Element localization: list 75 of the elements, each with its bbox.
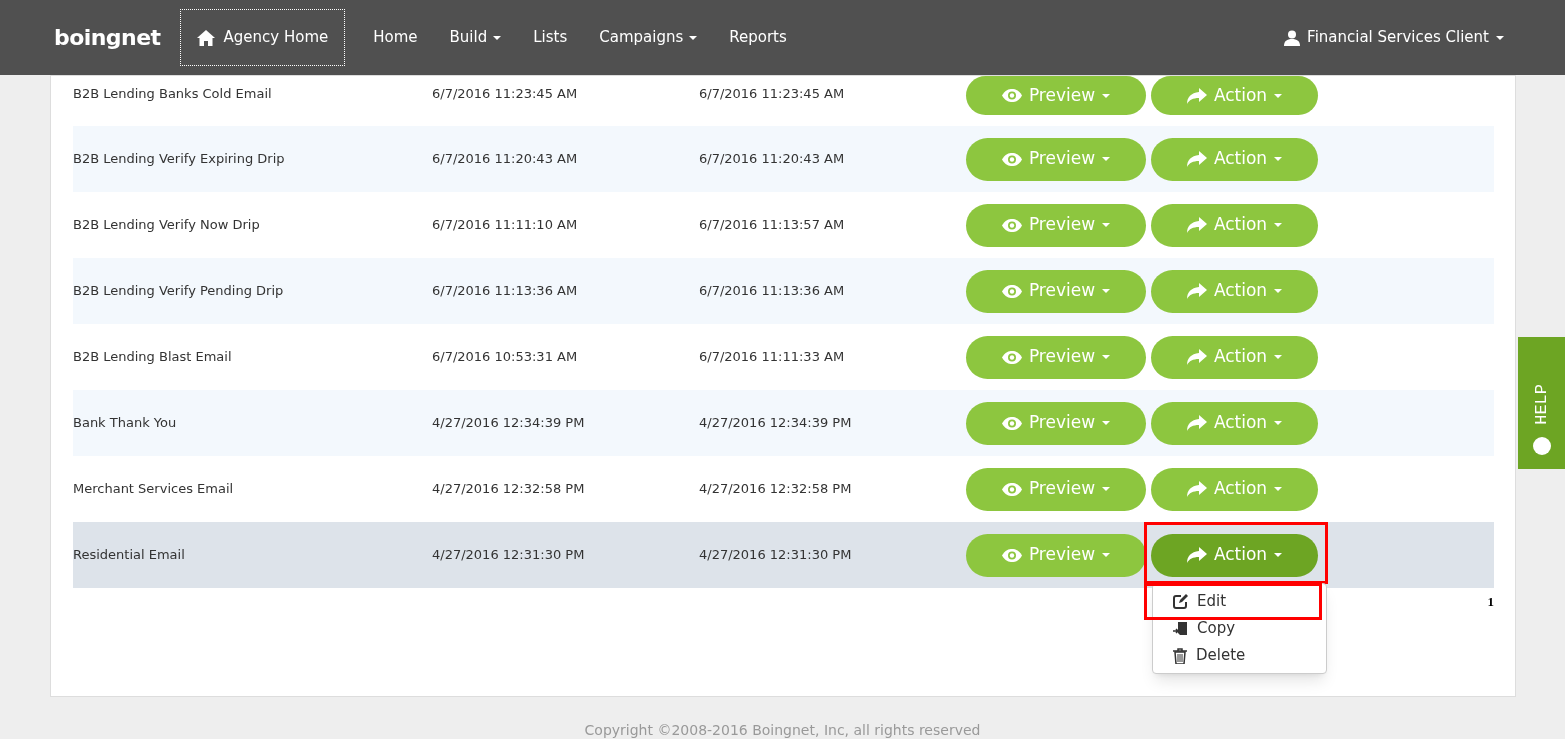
caret-icon	[1274, 289, 1283, 293]
edit-icon	[1173, 594, 1188, 609]
user-icon	[1284, 29, 1301, 46]
name-cell-text: B2B Lending Verify Expiring Drip	[73, 150, 286, 169]
date-cell-text: 6/7/2016 11:20:43 AM	[432, 150, 579, 169]
date-cell-text: 4/27/2016 12:32:58 PM	[699, 480, 853, 499]
date-cell-text: 6/7/2016 11:20:43 AM	[699, 150, 846, 169]
caret-icon	[1102, 93, 1111, 98]
share-arrow-icon	[1186, 283, 1207, 299]
nav-link[interactable]: Lists	[517, 26, 584, 49]
caret-icon	[1274, 223, 1283, 227]
nav-link[interactable]: Campaigns	[583, 26, 714, 49]
name-cell-text: B2B Lending Verify Pending Drip	[73, 282, 285, 301]
share-arrow-icon	[1186, 415, 1207, 431]
eye-icon	[1001, 89, 1022, 102]
eye-icon	[1001, 548, 1022, 562]
date-cell-text: 6/7/2016 11:11:10 AM	[432, 216, 579, 235]
eye-icon	[1001, 482, 1022, 496]
date-cell-text: 4/27/2016 12:31:30 PM	[432, 546, 586, 565]
share-arrow-icon	[1186, 217, 1207, 233]
name-cell-text: B2B Lending Blast Email	[73, 348, 233, 367]
page-number[interactable]: 1	[1487, 592, 1494, 612]
eye-icon	[1001, 284, 1022, 298]
caret-icon	[1496, 35, 1504, 40]
share-arrow-icon	[1186, 151, 1207, 167]
date-cell-text: 6/7/2016 11:11:33 AM	[699, 348, 846, 367]
share-arrow-icon	[1186, 349, 1207, 365]
date-cell-text: 6/7/2016 10:53:31 AM	[432, 348, 579, 367]
caret-icon	[1102, 355, 1111, 359]
eye-icon	[1001, 152, 1022, 166]
caret-icon	[1274, 157, 1283, 161]
date-cell-text: 4/27/2016 12:34:39 PM	[432, 414, 586, 433]
date-cell-text: 6/7/2016 11:23:45 AM	[432, 85, 579, 103]
trash-icon	[1173, 647, 1187, 664]
copy-icon	[1173, 621, 1188, 636]
copyright-text: Copyright ©2008-2016 Boingnet, Inc, all rights reserved	[583, 721, 982, 739]
date-cell-text: 4/27/2016 12:31:30 PM	[699, 546, 853, 565]
share-arrow-icon	[1186, 87, 1207, 104]
caret-icon	[1274, 355, 1283, 359]
eye-icon	[1001, 416, 1022, 430]
agency-home-link[interactable]: Agency Home	[179, 9, 346, 66]
date-cell-text: 6/7/2016 11:13:57 AM	[699, 216, 846, 235]
caret-icon	[1102, 223, 1111, 227]
menu-item[interactable]: Copy	[1153, 615, 1326, 642]
name-cell-text: B2B Lending Verify Now Drip	[73, 216, 261, 235]
home-icon	[196, 29, 215, 46]
logo[interactable]: boingnet	[54, 23, 161, 52]
share-arrow-icon	[1186, 547, 1207, 563]
name-cell-text: Bank Thank You	[73, 414, 178, 433]
date-cell-text: 6/7/2016 11:23:45 AM	[699, 85, 846, 103]
name-cell-text: B2B Lending Banks Cold Email	[73, 85, 273, 103]
eye-icon	[1001, 350, 1022, 364]
caret-icon	[1102, 289, 1111, 293]
nav-link[interactable]: Reports	[713, 26, 803, 49]
date-cell-text: 6/7/2016 11:13:36 AM	[432, 282, 579, 301]
caret-icon	[1274, 553, 1283, 557]
menu-item[interactable]: Edit	[1153, 588, 1326, 615]
caret-icon	[1274, 93, 1283, 98]
nav-link[interactable]: Build	[433, 26, 518, 49]
eye-icon	[1001, 218, 1022, 232]
nav-link[interactable]: Home	[357, 26, 434, 49]
caret-icon	[1274, 487, 1283, 491]
name-cell-text: Merchant Services Email	[73, 480, 235, 499]
name-cell-text: Residential Email	[73, 546, 186, 565]
date-cell-text: 4/27/2016 12:34:39 PM	[699, 414, 853, 433]
date-cell-text: 4/27/2016 12:32:58 PM	[432, 480, 586, 499]
caret-icon	[1102, 487, 1111, 491]
user-menu[interactable]: Financial Services Client	[1284, 26, 1504, 49]
caret-icon	[1102, 421, 1111, 425]
caret-icon	[1102, 157, 1111, 161]
date-cell-text: 6/7/2016 11:13:36 AM	[699, 282, 846, 301]
share-arrow-icon	[1186, 481, 1207, 497]
caret-icon	[1274, 421, 1283, 425]
menu-item[interactable]: Delete	[1153, 642, 1326, 669]
caret-icon	[1102, 553, 1111, 557]
